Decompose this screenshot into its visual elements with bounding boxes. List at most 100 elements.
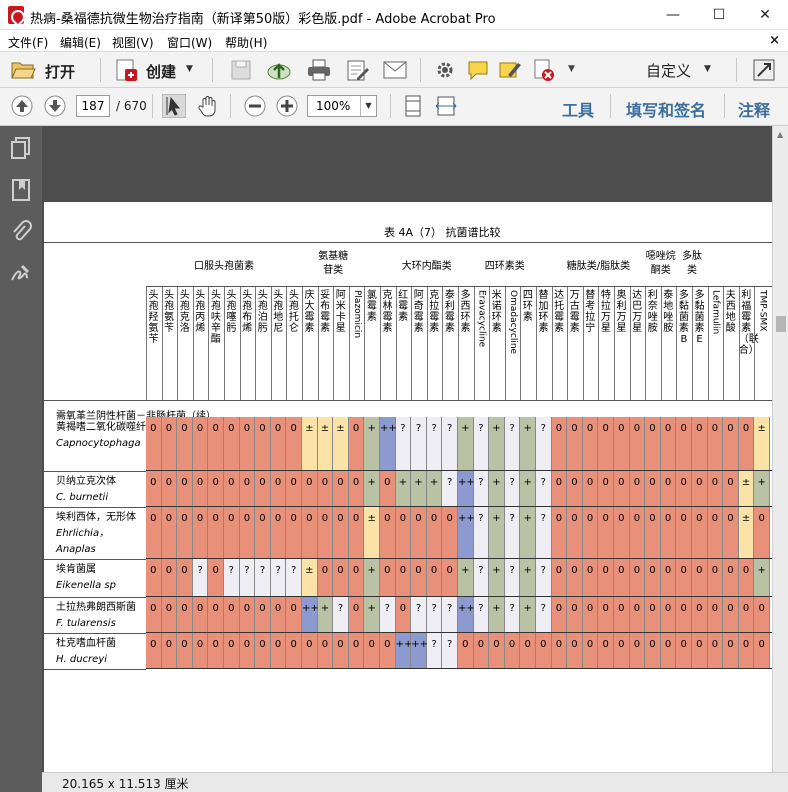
susceptibility-cell: + — [426, 471, 443, 506]
susceptibility-cell: 0 — [614, 507, 630, 558]
previous-page-icon[interactable] — [10, 94, 34, 118]
susceptibility-cell: ? — [255, 559, 271, 596]
susceptibility-cell: 0 — [723, 559, 739, 596]
comment-bubble-icon[interactable] — [466, 59, 490, 81]
table-top-rule — [44, 242, 772, 243]
toolbar-divider — [420, 58, 421, 82]
fill-sign-pane-button[interactable]: 填写和签名 — [626, 97, 706, 121]
create-pdf-icon[interactable] — [113, 57, 139, 83]
column-header: 奥利万星 — [616, 290, 627, 334]
zoom-in-icon[interactable] — [275, 94, 299, 118]
scrollbar-thumb[interactable] — [776, 316, 786, 332]
susceptibility-cell: 0 — [536, 633, 552, 668]
susceptibility-cell: 0 — [395, 597, 412, 632]
susceptibility-cell: 0 — [676, 417, 692, 470]
chevron-down-icon[interactable]: ▼ — [360, 96, 376, 116]
menu-file[interactable]: 文件(F) — [8, 34, 48, 51]
create-button[interactable]: 创建 — [146, 61, 176, 82]
susceptibility-cell: 0 — [629, 633, 646, 668]
email-icon[interactable] — [382, 60, 408, 80]
zoom-level-select[interactable]: 100% ▼ — [307, 95, 377, 117]
fit-width-icon[interactable] — [434, 94, 458, 118]
susceptibility-cell: 0 — [645, 507, 661, 558]
susceptibility-cell: 0 — [192, 471, 209, 506]
susceptibility-cell: 0 — [629, 471, 646, 506]
column-divider — [707, 286, 709, 400]
column-divider — [348, 286, 350, 400]
susceptibility-cell: + — [364, 559, 380, 596]
susceptibility-cell: 0 — [286, 507, 302, 558]
susceptibility-cell: 0 — [582, 417, 599, 470]
column-header: 泰地唑胺 — [663, 290, 674, 334]
susceptibility-cell: ? — [536, 559, 552, 596]
fit-page-icon[interactable] — [402, 94, 424, 118]
vertical-scrollbar[interactable]: ▲ — [772, 126, 788, 772]
customize-button[interactable]: 自定义 — [646, 60, 691, 81]
folder-open-icon[interactable] — [10, 58, 36, 80]
toolbar-divider — [610, 94, 611, 118]
remove-file-icon[interactable] — [532, 58, 556, 82]
susceptibility-cell: ± — [738, 507, 755, 558]
menu-view[interactable]: 视图(V) — [112, 34, 154, 51]
maximize-button[interactable]: ☐ — [696, 0, 742, 30]
bookmarks-icon[interactable] — [10, 178, 32, 202]
row-rule — [44, 559, 146, 560]
organism-chinese-name: 贝纳立克次体 — [56, 476, 116, 487]
document-viewer[interactable]: 表 4A（7） 抗菌谱比较 口服头孢菌素 氨基糖 苷类 大环内酯类 四环素类 糖肽类/脂肽… — [42, 126, 772, 772]
susceptibility-cell: ± — [302, 417, 318, 470]
gear-icon[interactable] — [434, 59, 456, 81]
next-page-icon[interactable] — [43, 94, 67, 118]
column-divider — [177, 286, 179, 400]
susceptibility-cell: + — [520, 597, 536, 632]
signatures-icon[interactable] — [10, 262, 32, 286]
organism-chinese-name: 杜克嗜血杆菌 — [56, 638, 116, 649]
fullscreen-icon[interactable] — [752, 58, 776, 82]
table-row: 0 0 0 0 0 0 0 0 0 0 0 0 0 0 0 0 ++ ++?? 0 0 0 0 0 0 0 0 0 0 0 0 0 0 0 0 0 0… — [146, 633, 772, 669]
upload-cloud-icon[interactable] — [266, 58, 292, 82]
menu-window[interactable]: 窗口(W) — [167, 34, 212, 51]
susceptibility-cell: + — [364, 471, 380, 506]
tools-pane-button[interactable]: 工具 — [562, 97, 594, 121]
page-number-input[interactable]: 187 — [76, 95, 110, 117]
susceptibility-cell: ± — [364, 507, 380, 558]
menu-bar: 文件(F) 编辑(E) 视图(V) 窗口(W) 帮助(H) × — [0, 30, 788, 52]
scroll-up-icon[interactable]: ▲ — [777, 130, 783, 139]
susceptibility-cell: + — [754, 559, 770, 596]
susceptibility-cell: 0 — [660, 471, 677, 506]
create-dropdown-icon[interactable]: ▼ — [186, 64, 193, 74]
more-tools-dropdown-icon[interactable]: ▼ — [568, 64, 575, 74]
susceptibility-cell: 0 — [208, 597, 224, 632]
susceptibility-cell: 0 — [333, 633, 349, 668]
susceptibility-cell: 0 — [754, 507, 770, 558]
document-close-button[interactable]: × — [769, 33, 780, 48]
susceptibility-cell: ? — [504, 559, 521, 596]
close-button[interactable]: ✕ — [742, 0, 788, 30]
susceptibility-cell: 0 — [146, 471, 162, 506]
zoom-out-icon[interactable] — [243, 94, 267, 118]
save-icon[interactable] — [230, 59, 252, 81]
comment-pane-button[interactable]: 注释 — [738, 97, 770, 121]
menu-help[interactable]: 帮助(H) — [225, 34, 267, 51]
susceptibility-cell: 0 — [177, 471, 193, 506]
susceptibility-cell: + — [520, 507, 536, 558]
susceptibility-cell: 0 — [489, 633, 505, 668]
attachments-icon[interactable] — [10, 220, 32, 244]
title-bar: 热病-桑福德抗微生物治疗指南（新译第50版）彩色版.pdf - Adobe Ac… — [0, 0, 788, 30]
open-button[interactable]: 打开 — [45, 61, 75, 82]
hand-tool-icon[interactable] — [196, 94, 220, 118]
susceptibility-cell: 0 — [208, 559, 224, 596]
susceptibility-cell: 0 — [551, 417, 568, 470]
group-label: 类 — [686, 265, 697, 276]
highlight-text-icon[interactable] — [498, 59, 522, 81]
customize-dropdown-icon[interactable]: ▼ — [704, 64, 711, 74]
menu-edit[interactable]: 编辑(E) — [60, 34, 101, 51]
susceptibility-cell: ? — [473, 471, 490, 506]
susceptibility-cell: + — [754, 471, 770, 506]
minimize-button[interactable]: — — [650, 0, 696, 30]
select-tool-icon[interactable] — [162, 94, 186, 118]
column-header: 万古霉素 — [569, 290, 580, 334]
edit-document-icon[interactable] — [345, 58, 371, 82]
page-thumbnails-icon[interactable] — [10, 136, 32, 160]
print-icon[interactable] — [306, 58, 332, 82]
susceptibility-cell: 0 — [348, 507, 365, 558]
